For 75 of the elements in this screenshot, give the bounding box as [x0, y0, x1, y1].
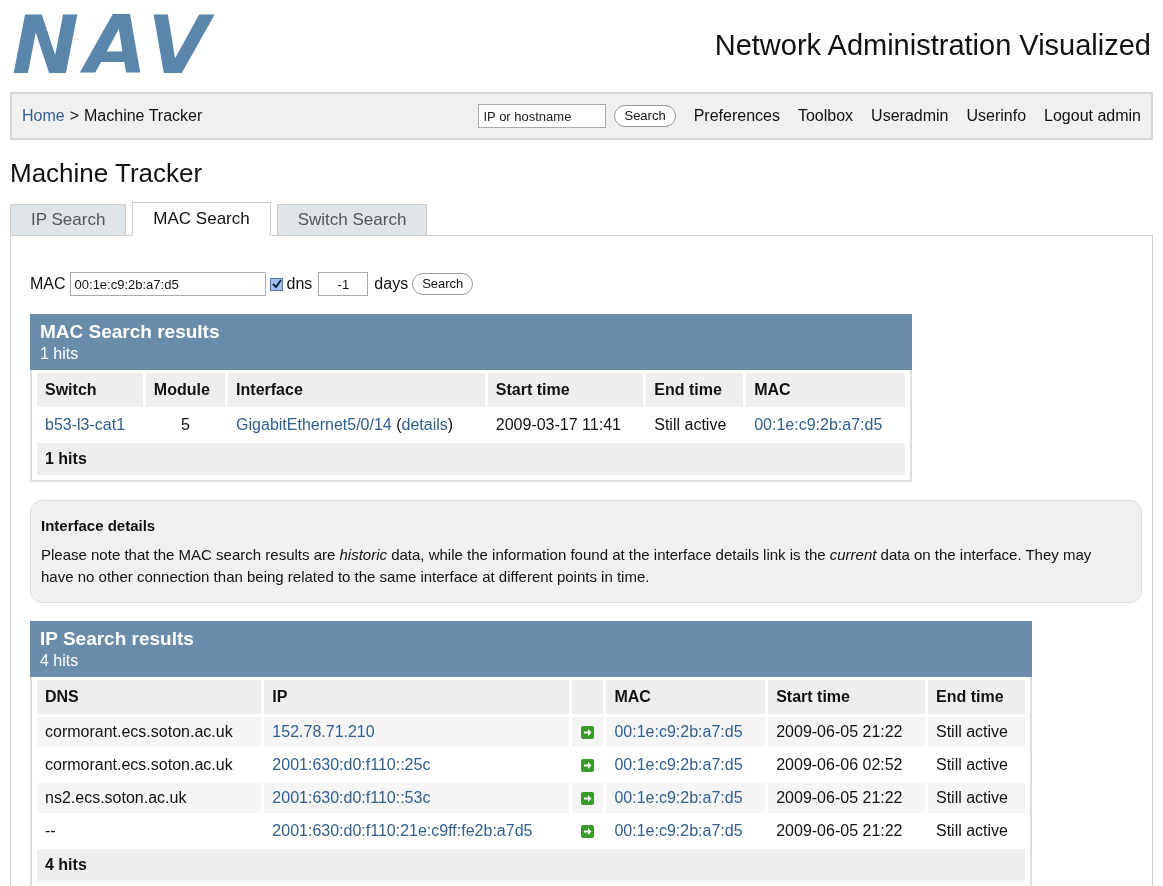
start-time-cell-text: 2009-06-05 21:22 [775, 787, 904, 808]
results-title: MAC Search results [40, 320, 221, 344]
tab[interactable]: MAC Search [132, 202, 271, 236]
tab[interactable]: Switch Search [276, 204, 428, 236]
switch-link[interactable]: b53-l3-cat1 [45, 416, 126, 433]
mac-link[interactable]: 00:1e:c9:2b:a7:d5 [614, 755, 743, 773]
parenthesis: ) [447, 416, 454, 433]
site-title: Network Administration Visualized [714, 28, 1152, 64]
dns-cell-text: ns2.ecs.soton.ac.uk [44, 787, 188, 808]
nav-link[interactable]: Preferences [693, 104, 780, 128]
end-time-cell-text: Still active [935, 787, 1009, 808]
ip-link[interactable]: 2001:630:d0:f110::25c [272, 755, 431, 773]
column-header: Start time [768, 679, 925, 714]
nav-logo: NAV [11, 11, 216, 81]
column-header: Interface [228, 373, 485, 407]
arrow-icon[interactable] [580, 791, 594, 805]
hits-footer: 1 hits [37, 443, 905, 475]
nav-link[interactable]: Useradmin [871, 104, 949, 128]
mac-link[interactable]: 00:1e:c9:2b:a7:d5 [614, 722, 743, 740]
details-link[interactable]: details [401, 416, 448, 433]
column-header: Switch [37, 373, 143, 407]
arrow-icon[interactable] [580, 758, 594, 772]
ip-link[interactable]: 2001:630:d0:f110::53c [272, 788, 431, 806]
module-cell-text: 5 [180, 415, 191, 435]
dns-checkbox[interactable] [269, 277, 283, 291]
interface-link[interactable]: GigabitEthernet5/0/14 [236, 416, 392, 433]
mac-link[interactable]: 00:1e:c9:2b:a7:d5 [754, 416, 883, 433]
column-header: DNS [37, 679, 262, 714]
end-time-cell-text: Still active [935, 754, 1009, 775]
ip-link[interactable]: 152.78.71.210 [272, 722, 375, 740]
details-note: Please note that the MAC search results are historic data, while the information found at the interface details link is the current data on the interface. They may have no other connection than being related to the same interface at different points in time. [41, 544, 1093, 587]
column-header: MAC [746, 373, 905, 407]
mac-label: MAC [30, 274, 66, 294]
start-time-cell-text: 2009-06-05 21:22 [775, 721, 904, 742]
arrow-icon[interactable] [580, 824, 594, 838]
search-button[interactable]: Search [412, 273, 474, 295]
start-time-cell-text: 2009-06-05 21:22 [775, 820, 904, 841]
column-header: End time [928, 679, 1025, 714]
nav-link[interactable]: Toolbox [797, 104, 854, 128]
breadcrumb-link[interactable]: Home [22, 104, 65, 128]
page-title: Machine Tracker [10, 158, 204, 188]
column-header: MAC [606, 679, 766, 714]
dns-cell-text: cormorant.ecs.soton.ac.uk [44, 754, 234, 775]
column-header: Start time [487, 373, 644, 407]
details-title: Interface details [41, 516, 157, 536]
search-field[interactable]: IP or hostname [478, 104, 607, 128]
hits-count: 1 hits [40, 344, 80, 364]
dns-cell-text: cormorant.ecs.soton.ac.uk [44, 721, 234, 742]
search-button[interactable]: Search [614, 105, 676, 127]
start-time-cell-text: 2009-06-06 02:52 [775, 754, 904, 775]
nav-link[interactable]: Logout admin [1044, 104, 1141, 128]
end-time-cell-text: Still active [935, 820, 1009, 841]
end-time-cell-text: Still active [653, 415, 728, 435]
arrow-icon[interactable] [580, 725, 594, 739]
breadcrumb-current: Machine Tracker [84, 106, 203, 126]
tab[interactable]: IP Search [10, 204, 127, 236]
breadcrumb-separator: > [69, 106, 80, 126]
start-time-cell-text: 2009-03-17 11:41 [494, 415, 622, 435]
results-title: IP Search results [40, 626, 195, 651]
mac-input[interactable]: 00:1e:c9:2b:a7:d5 [69, 272, 266, 296]
days-label: days [374, 274, 409, 294]
hits-footer: 4 hits [37, 848, 1025, 881]
hits-count: 4 hits [40, 650, 80, 671]
ip-link[interactable]: 2001:630:d0:f110:21e:c9ff:fe2b:a7d5 [272, 821, 533, 839]
end-time-cell-text: Still active [935, 721, 1009, 742]
dns-cell-text: -- [44, 820, 57, 841]
mac-link[interactable]: 00:1e:c9:2b:a7:d5 [614, 821, 743, 839]
column-header: IP [264, 679, 569, 714]
days-input[interactable]: -1 [318, 272, 369, 296]
column-header: Module [145, 373, 226, 407]
mac-link[interactable]: 00:1e:c9:2b:a7:d5 [614, 788, 743, 806]
column-header: End time [646, 373, 744, 407]
parenthesis: ( [396, 416, 402, 433]
dns-label: dns [286, 274, 313, 294]
nav-link[interactable]: Userinfo [966, 104, 1027, 128]
